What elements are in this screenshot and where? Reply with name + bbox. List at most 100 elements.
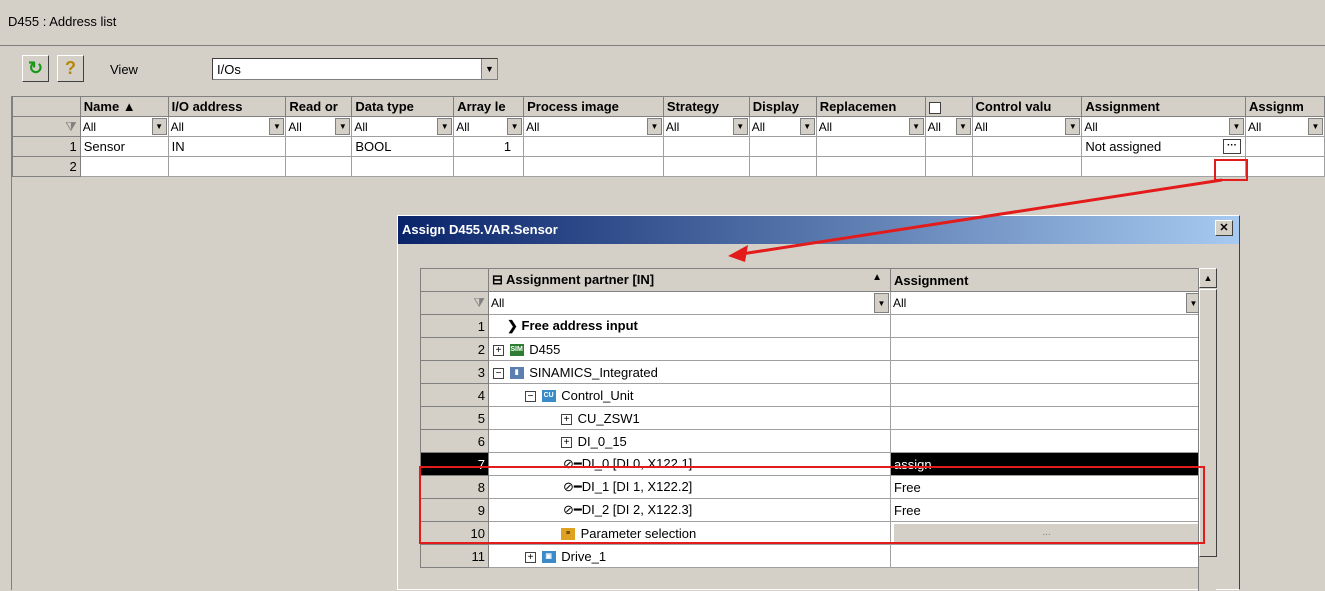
list-item[interactable]: 11 + ▣ Drive_1 bbox=[420, 544, 1203, 568]
row-number[interactable]: 5 bbox=[420, 406, 489, 430]
cell-checkbox[interactable] bbox=[924, 136, 973, 157]
cell-io-address[interactable] bbox=[167, 156, 287, 177]
collapse-all-icon[interactable]: ⊟ bbox=[492, 272, 503, 287]
cell-checkbox[interactable] bbox=[924, 156, 973, 177]
col-assignment-partner[interactable]: ⊟ Assignment partner [IN] ▲ bbox=[488, 268, 891, 292]
cell-array-length[interactable] bbox=[453, 156, 525, 177]
cell-process-image[interactable] bbox=[523, 136, 664, 157]
col-replacement[interactable]: Replacemen bbox=[815, 96, 926, 117]
cell-data-type[interactable]: BOOL bbox=[351, 136, 455, 157]
cell-assignment[interactable] bbox=[890, 314, 1203, 338]
cell-name[interactable]: Sensor bbox=[79, 136, 169, 157]
filter-display[interactable]: All ▼ bbox=[748, 116, 817, 137]
cell-replacement[interactable] bbox=[815, 156, 926, 177]
col-assignment-2[interactable]: Assignm bbox=[1244, 96, 1325, 117]
list-item[interactable]: 1 ❯ Free address input bbox=[420, 314, 1203, 338]
cell-array-length[interactable]: 1 bbox=[453, 136, 525, 157]
tree-item-di-0-15[interactable]: + DI_0_15 bbox=[488, 429, 891, 453]
cell-data-type[interactable] bbox=[351, 156, 455, 177]
cell-assignment-2[interactable] bbox=[1244, 156, 1325, 177]
tree-item-cu-zsw1[interactable]: + CU_ZSW1 bbox=[488, 406, 891, 430]
row-number[interactable]: 4 bbox=[420, 383, 489, 407]
scroll-up-icon[interactable]: ▲ bbox=[1199, 268, 1217, 288]
col-dialog-assignment[interactable]: Assignment bbox=[890, 268, 1203, 292]
collapse-icon[interactable]: − bbox=[525, 390, 536, 402]
expand-icon[interactable]: + bbox=[561, 436, 572, 448]
filter-checkbox[interactable]: All ▼ bbox=[924, 116, 973, 137]
filter-assignment-2[interactable]: All ▼ bbox=[1244, 116, 1325, 137]
filter-data-type[interactable]: All ▼ bbox=[351, 116, 455, 137]
col-assignment[interactable]: Assignment bbox=[1081, 96, 1246, 117]
filter-io-address[interactable]: All ▼ bbox=[167, 116, 287, 137]
cell-assignment[interactable]: Not assigned ··· bbox=[1081, 136, 1246, 157]
row-number[interactable]: 3 bbox=[420, 360, 489, 384]
row-number[interactable]: 2 bbox=[12, 156, 81, 177]
cell-assignment[interactable] bbox=[890, 429, 1203, 453]
cell-process-image[interactable] bbox=[523, 156, 664, 177]
cell-read-only[interactable] bbox=[285, 156, 353, 177]
refresh-button[interactable]: ↻ bbox=[22, 55, 49, 82]
close-icon[interactable]: ✕ bbox=[1215, 220, 1233, 236]
list-item[interactable]: 4 − CU Control_Unit bbox=[420, 383, 1203, 407]
col-read-only[interactable]: Read or bbox=[285, 96, 353, 117]
expand-icon[interactable]: + bbox=[525, 551, 536, 563]
list-item[interactable]: 6 + DI_0_15 bbox=[420, 429, 1203, 453]
filter-dialog-assignment[interactable]: All ▼ bbox=[890, 291, 1203, 315]
table-row[interactable]: 2 bbox=[12, 156, 1325, 177]
filter-process-image[interactable]: All ▼ bbox=[523, 116, 664, 137]
col-array-length[interactable]: Array le bbox=[453, 96, 525, 117]
cell-assignment[interactable] bbox=[890, 360, 1203, 384]
tree-item-control-unit[interactable]: − CU Control_Unit bbox=[488, 383, 891, 407]
tree-item-drive-1[interactable]: + ▣ Drive_1 bbox=[488, 544, 891, 568]
table-row[interactable]: 1 Sensor IN BOOL 1 Not assigned ··· bbox=[12, 136, 1325, 157]
cell-control-value[interactable] bbox=[971, 136, 1083, 157]
col-checkbox[interactable] bbox=[924, 96, 973, 117]
tree-item-free-address[interactable]: ❯ Free address input bbox=[488, 314, 891, 338]
cell-strategy[interactable] bbox=[662, 136, 750, 157]
assignment-browse-button[interactable]: ··· bbox=[1222, 139, 1241, 154]
row-number[interactable]: 6 bbox=[420, 429, 489, 453]
list-item[interactable]: 5 + CU_ZSW1 bbox=[420, 406, 1203, 430]
help-button[interactable]: ? bbox=[57, 55, 84, 82]
expand-icon[interactable]: + bbox=[493, 344, 504, 356]
row-number[interactable]: 11 bbox=[420, 544, 489, 568]
filter-name[interactable]: All ▼ bbox=[79, 116, 169, 137]
cell-strategy[interactable] bbox=[662, 156, 750, 177]
cell-name[interactable] bbox=[79, 156, 169, 177]
expand-icon[interactable]: + bbox=[561, 413, 572, 425]
col-strategy[interactable]: Strategy bbox=[662, 96, 750, 117]
collapse-icon[interactable]: − bbox=[493, 367, 504, 379]
chevron-down-icon[interactable]: ▼ bbox=[481, 59, 497, 79]
col-io-address[interactable]: I/O address bbox=[167, 96, 287, 117]
list-item[interactable]: 3 − ▮ SINAMICS_Integrated bbox=[420, 360, 1203, 384]
filter-strategy[interactable]: All ▼ bbox=[662, 116, 750, 137]
col-data-type[interactable]: Data type bbox=[351, 96, 455, 117]
filter-read-only[interactable]: All ▼ bbox=[285, 116, 353, 137]
row-number[interactable]: 1 bbox=[420, 314, 489, 338]
cell-assignment[interactable] bbox=[890, 406, 1203, 430]
view-select[interactable]: I/Os ▼ bbox=[212, 58, 498, 80]
cell-io-address[interactable]: IN bbox=[167, 136, 287, 157]
cell-control-value[interactable] bbox=[971, 156, 1083, 177]
col-process-image[interactable]: Process image bbox=[523, 96, 664, 117]
cell-assignment[interactable] bbox=[890, 544, 1203, 568]
cell-assignment[interactable] bbox=[890, 337, 1203, 361]
cell-display[interactable] bbox=[748, 136, 817, 157]
list-item[interactable]: 2 + SIM D455 bbox=[420, 337, 1203, 361]
col-control-value[interactable]: Control valu bbox=[971, 96, 1083, 117]
cell-assignment[interactable] bbox=[890, 383, 1203, 407]
cell-read-only[interactable] bbox=[285, 136, 353, 157]
tree-item-sinamics[interactable]: − ▮ SINAMICS_Integrated bbox=[488, 360, 891, 384]
cell-display[interactable] bbox=[748, 156, 817, 177]
filter-assignment[interactable]: All ▼ bbox=[1081, 116, 1246, 137]
row-number[interactable]: 2 bbox=[420, 337, 489, 361]
cell-replacement[interactable] bbox=[815, 136, 926, 157]
filter-replacement[interactable]: All ▼ bbox=[815, 116, 926, 137]
filter-control-value[interactable]: All ▼ bbox=[971, 116, 1083, 137]
col-display[interactable]: Display bbox=[748, 96, 817, 117]
row-number[interactable]: 1 bbox=[12, 136, 81, 157]
cell-assignment-2[interactable] bbox=[1244, 136, 1325, 157]
tree-item-d455[interactable]: + SIM D455 bbox=[488, 337, 891, 361]
filter-assignment-partner[interactable]: All ▼ bbox=[488, 291, 891, 315]
header-checkbox[interactable] bbox=[928, 101, 941, 114]
